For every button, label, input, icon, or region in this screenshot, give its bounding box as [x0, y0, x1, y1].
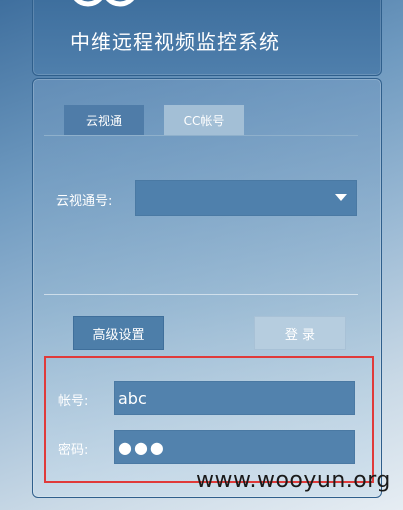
divider	[44, 294, 358, 295]
password-label: 密码:	[58, 443, 89, 458]
app-title: 中维远程视频监控系统	[70, 30, 280, 54]
tab-underline	[44, 135, 358, 136]
chevron-down-icon[interactable]	[335, 194, 347, 201]
tab-cloud-id[interactable]: 云视通	[64, 105, 144, 135]
cloud-id-select[interactable]	[135, 180, 357, 216]
account-label: 帐号:	[58, 394, 89, 409]
cloud-id-label: 云视通号:	[56, 194, 113, 209]
account-input[interactable]: abc	[114, 381, 355, 415]
password-input[interactable]: ●●●	[114, 430, 355, 464]
logo-icon	[73, 0, 135, 7]
watermark-text: www.wooyun.org	[196, 468, 391, 493]
tab-cc-account[interactable]: CC帐号	[164, 105, 244, 135]
login-button[interactable]: 登 录	[254, 316, 346, 350]
advanced-settings-button[interactable]: 高级设置	[73, 316, 164, 350]
